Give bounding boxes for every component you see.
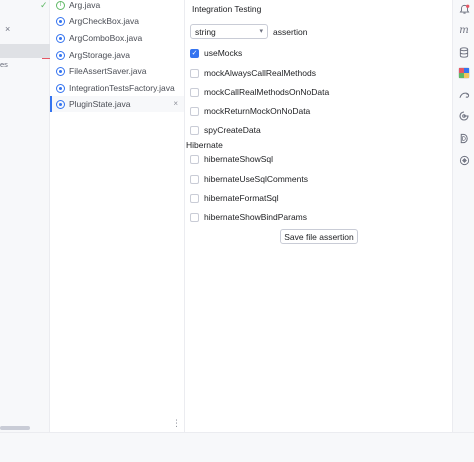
checkbox-checked-icon[interactable]: ✓ (190, 48, 199, 58)
hibernate-section-title: Hibernate (186, 140, 223, 150)
checkbox-box[interactable] (190, 193, 199, 203)
checkbox-box[interactable] (190, 154, 199, 164)
assertion-label: assertion (273, 27, 308, 37)
class-icon (56, 16, 65, 26)
truncated-tree-label[interactable]: es (0, 60, 8, 69)
panel-title: Integration Testing (192, 4, 262, 14)
file-item-pluginstate[interactable]: PluginState.java × (50, 96, 184, 112)
class-icon (56, 83, 65, 93)
file-item-fileassertsaver[interactable]: FileAssertSaver.java (50, 63, 184, 79)
checkbox-hibernateusesqlcomments[interactable]: hibernateUseSqlComments (190, 174, 308, 184)
checkbox-label: mockAlwaysCallRealMethods (204, 68, 316, 78)
checkbox-hibernateshowsql[interactable]: hibernateShowSql (190, 154, 273, 164)
combobox-value: string (195, 26, 216, 37)
file-item-label: ArgCheckBox.java (69, 16, 139, 26)
class-icon (56, 50, 65, 60)
notifications-icon[interactable] (458, 3, 470, 15)
checkbox-label: mockCallRealMethodsOnNoData (204, 87, 330, 97)
ai-assistant-icon[interactable] (458, 110, 470, 122)
type-combobox[interactable]: string ▾ (190, 24, 268, 39)
file-item-label: PluginState.java (69, 99, 131, 109)
checkbox-label: hibernateUseSqlComments (204, 174, 308, 184)
class-icon (56, 99, 65, 109)
selected-tree-row[interactable] (0, 44, 50, 58)
d-plugin-icon[interactable] (458, 132, 470, 144)
file-item-argcombobox[interactable]: ArgComboBox.java (50, 30, 184, 46)
checkbox-mockalwayscallrealmethods[interactable]: mockAlwaysCallRealMethods (190, 68, 316, 78)
checkbox-hibernateshowbindparams[interactable]: hibernateShowBindParams (190, 212, 307, 222)
class-icon (56, 66, 65, 76)
checkbox-usemocks[interactable]: ✓ useMocks (190, 48, 242, 58)
integration-testing-icon[interactable] (458, 67, 470, 79)
checkbox-label: useMocks (204, 48, 243, 58)
checkbox-box[interactable] (190, 174, 199, 184)
close-tab-icon[interactable]: × (173, 99, 178, 108)
checkbox-mockreturnmockonnodata[interactable]: mockReturnMockOnNoData (190, 106, 310, 116)
file-item-label: Arg.java (69, 0, 101, 10)
right-toolbar: m (452, 0, 474, 432)
checkbox-label: mockReturnMockOnNoData (204, 106, 311, 116)
checkbox-spycreatedata[interactable]: spyCreateData (190, 125, 261, 135)
more-options-icon[interactable]: ⋮ (172, 418, 181, 429)
checkbox-label: hibernateShowSql (204, 154, 273, 164)
file-item-label: FileAssertSaver.java (69, 66, 147, 76)
file-item-label: ArgStorage.java (69, 50, 130, 60)
checkbox-box[interactable] (190, 87, 199, 97)
gradle-icon[interactable] (458, 89, 470, 101)
checkbox-box[interactable] (190, 125, 199, 135)
chevron-down-icon: ▾ (259, 28, 263, 35)
horizontal-scrollbar[interactable] (0, 426, 30, 430)
close-icon[interactable]: × (5, 24, 10, 34)
file-item-label: IntegrationTestsFactory.java (69, 83, 175, 93)
checkbox-mockcallrealmethodsonnodata[interactable]: mockCallRealMethodsOnNoData (190, 87, 329, 97)
database-icon[interactable] (458, 46, 470, 58)
maven-icon[interactable]: m (458, 24, 470, 36)
checkbox-label: spyCreateData (204, 125, 261, 135)
integration-testing-panel: Integration Testing string ▾ assertion ✓… (184, 0, 452, 432)
project-panel-edge: × es (0, 0, 50, 432)
checkbox-hibernateformatsql[interactable]: hibernateFormatSql (190, 193, 279, 203)
file-item-integrationtestsfactory[interactable]: IntegrationTestsFactory.java (50, 80, 184, 96)
checkbox-box[interactable] (190, 212, 199, 222)
file-item-arg[interactable]: I Arg.java (50, 0, 184, 13)
save-file-assertion-button[interactable]: Save file assertion (280, 229, 358, 244)
file-item-argstorage[interactable]: ArgStorage.java (50, 47, 184, 63)
checkbox-box[interactable] (190, 68, 199, 78)
checkbox-label: hibernateShowBindParams (204, 212, 308, 222)
check-icon: ✓ (40, 0, 48, 10)
settings-plugin-icon[interactable] (458, 154, 470, 166)
error-underline (42, 58, 50, 59)
status-bar (0, 432, 474, 462)
file-item-label: ArgComboBox.java (69, 33, 143, 43)
class-icon (56, 33, 65, 43)
interface-icon: I (56, 0, 65, 10)
checkbox-label: hibernateFormatSql (204, 193, 279, 203)
file-list: I Arg.java ArgCheckBox.java ArgComboBox.… (40, 0, 184, 432)
checkbox-box[interactable] (190, 106, 199, 116)
file-item-argcheckbox[interactable]: ArgCheckBox.java (50, 13, 184, 29)
